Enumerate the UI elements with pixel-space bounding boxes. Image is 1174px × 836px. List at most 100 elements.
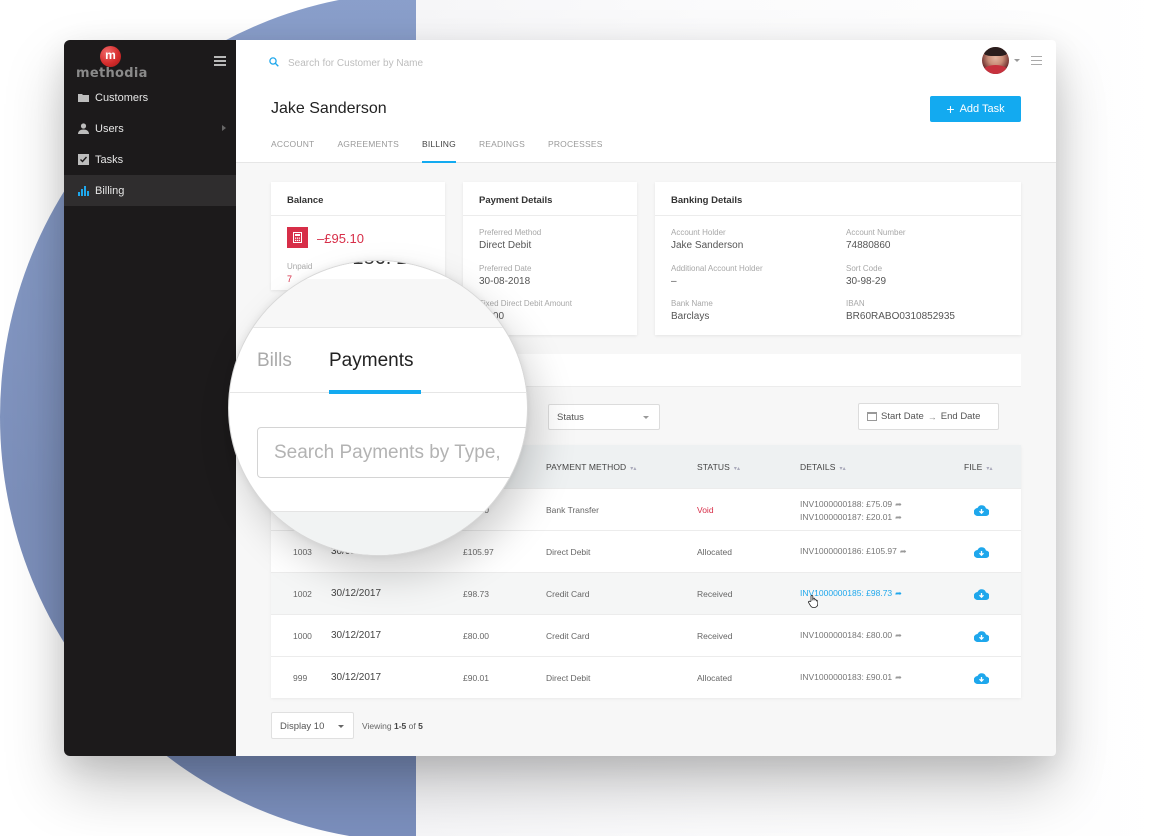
field-label: Account Holder (671, 228, 726, 237)
cloud-download-icon[interactable] (973, 587, 990, 605)
header: Search for Customer by Name Jake Sanders… (236, 40, 1056, 163)
add-task-button[interactable]: + Add Task (930, 96, 1021, 122)
display-count-label: Display 10 (280, 721, 325, 732)
cell-date: 30/12/2017 (331, 672, 382, 683)
tab-account[interactable]: ACCOUNT (271, 139, 314, 163)
display-count-select[interactable]: Display 10 (271, 712, 354, 739)
column-header-file[interactable]: FILE ▾▴ (964, 462, 993, 472)
sidebar-item-label: Billing (95, 184, 125, 197)
banking-details-title: Banking Details (655, 182, 1021, 216)
sidebar-item-label: Users (95, 122, 124, 135)
payment-details-title: Payment Details (463, 182, 637, 216)
caret-down-icon (338, 725, 344, 728)
field-value: Barclays (671, 311, 710, 322)
bar-chart-icon (77, 185, 89, 197)
avatar[interactable] (982, 47, 1009, 74)
field-bank-name: Bank Name Barclays (671, 299, 713, 322)
sidebar-item-customers[interactable]: Customers (64, 82, 236, 113)
status-filter-select[interactable]: Status (548, 404, 660, 430)
field-label: Preferred Method (479, 228, 542, 237)
customer-tabs: ACCOUNT AGREEMENTS BILLING READINGS PROC… (271, 139, 626, 163)
sort-icon: ▾▴ (733, 466, 741, 472)
cell-method: Direct Debit (546, 547, 591, 557)
cell-details: INV1000000183: £90.01 ➦ (800, 672, 902, 682)
share-icon: ➦ (899, 547, 907, 556)
column-header-status[interactable]: STATUS ▾▴ (697, 462, 740, 472)
cloud-download-icon[interactable] (973, 503, 990, 521)
cloud-download-icon[interactable] (973, 545, 990, 563)
cell-amount: £80.00 (463, 631, 489, 641)
banking-details-card: Banking Details Account Holder Jake Sand… (655, 182, 1021, 335)
invoice-text: INV1000000186: £105.97 (800, 546, 897, 556)
viewing-range: 1-5 (393, 721, 407, 731)
add-task-label: Add Task (959, 103, 1005, 115)
field-label: Additional Account Holder (671, 264, 763, 273)
balance-title: Balance (271, 182, 445, 216)
tab-bills[interactable]: Bills (257, 350, 292, 372)
field-iban: IBAN BR60RABO0310852935 (846, 299, 955, 322)
table-row[interactable]: 1000 30/12/2017 £80.00 Credit Card Recei… (271, 614, 1021, 656)
table-row[interactable]: 1002 30/12/2017 £98.73 Credit Card Recei… (271, 572, 1021, 614)
column-header-payment-method[interactable]: PAYMENT METHOD ▾▴ (546, 462, 637, 472)
tab-processes[interactable]: PROCESSES (548, 139, 603, 163)
cell-id: 1002 (293, 589, 312, 599)
payments-subtabs: Bills Payments (229, 327, 527, 394)
cell-date: 30/12/2017 (331, 630, 382, 641)
logo-text: methodia (76, 66, 148, 81)
cloud-download-icon[interactable] (973, 671, 990, 689)
field-sort-code: Sort Code 30-98-29 (846, 264, 886, 287)
chevron-right-icon (222, 125, 226, 131)
menu-icon[interactable] (1031, 56, 1042, 65)
invoice-text: INV1000000188: £75.09 (800, 499, 893, 509)
cell-amount: £90.01 (463, 673, 489, 683)
balance-amount: –£95.10 (317, 231, 364, 246)
field-label: Bank Name (671, 299, 713, 308)
invoice-link[interactable]: INV1000000183: £90.01 ➦ (800, 672, 902, 682)
status-filter-label: Status (557, 412, 584, 423)
payments-search-input[interactable]: Search Payments by Type, (257, 427, 527, 478)
viewing-of: of (406, 721, 419, 731)
sidebar-item-billing[interactable]: Billing (64, 175, 236, 206)
arrow-right-icon: → (927, 411, 937, 422)
share-icon: ➦ (895, 500, 902, 509)
tab-agreements[interactable]: AGREEMENTS (337, 139, 399, 163)
field-value: 30-98-29 (846, 276, 887, 287)
tab-readings[interactable]: READINGS (479, 139, 525, 163)
invoice-link[interactable]: INV1000000188: £75.09 ➦ (800, 498, 902, 511)
pagination-info: Viewing 1-5 of 5 (362, 721, 423, 731)
field-additional-holder: Additional Account Holder – (671, 264, 763, 287)
sidebar-item-tasks[interactable]: Tasks (64, 144, 236, 175)
invoice-link[interactable]: INV1000000184: £80.00 ➦ (800, 630, 902, 640)
customer-search-input[interactable]: Search for Customer by Name (269, 54, 423, 72)
cell-method: Direct Debit (546, 673, 591, 683)
field-account-holder: Account Holder Jake Sanderson (671, 228, 743, 251)
cloud-download-icon[interactable] (973, 629, 990, 647)
cell-amount: £98.73 (463, 589, 489, 599)
date-range-picker[interactable]: Start Date → End Date (858, 403, 999, 430)
folder-icon (77, 92, 89, 104)
cell-details: INV1000000188: £75.09 ➦ INV1000000187: £2… (800, 498, 902, 524)
magnified-table-header (229, 511, 527, 555)
cell-method: Credit Card (546, 631, 590, 641)
calculator-icon (287, 227, 308, 248)
field-label: Account Number (846, 228, 906, 237)
tab-payments[interactable]: Payments (329, 350, 413, 372)
share-icon: ➦ (895, 589, 902, 598)
logo-mark: m (100, 46, 121, 67)
invoice-link[interactable]: INV1000000186: £105.97 ➦ (800, 546, 907, 556)
table-row[interactable]: 999 30/12/2017 £90.01 Direct Debit Alloc… (271, 656, 1021, 698)
sidebar-item-users[interactable]: Users (64, 113, 236, 144)
caret-down-icon[interactable] (1014, 59, 1020, 62)
field-value: Jake Sanderson (671, 240, 744, 251)
plus-icon: + (946, 101, 955, 117)
sidebar: m methodia Customers Users Tasks Billing (64, 40, 236, 756)
field-value: – (671, 276, 677, 287)
page-title: Jake Sanderson (271, 100, 387, 117)
column-header-details[interactable]: DETAILS ▾▴ (800, 462, 846, 472)
magnified-unpaid-fragment: 000186: £28.89 (279, 261, 479, 279)
end-date-label: End Date (940, 411, 981, 422)
invoice-link[interactable]: INV1000000187: £20.01 ➦ (800, 511, 902, 524)
tab-billing[interactable]: BILLING (421, 139, 456, 163)
sidebar-menu-icon[interactable] (214, 56, 226, 66)
column-label: DETAILS (800, 462, 836, 472)
